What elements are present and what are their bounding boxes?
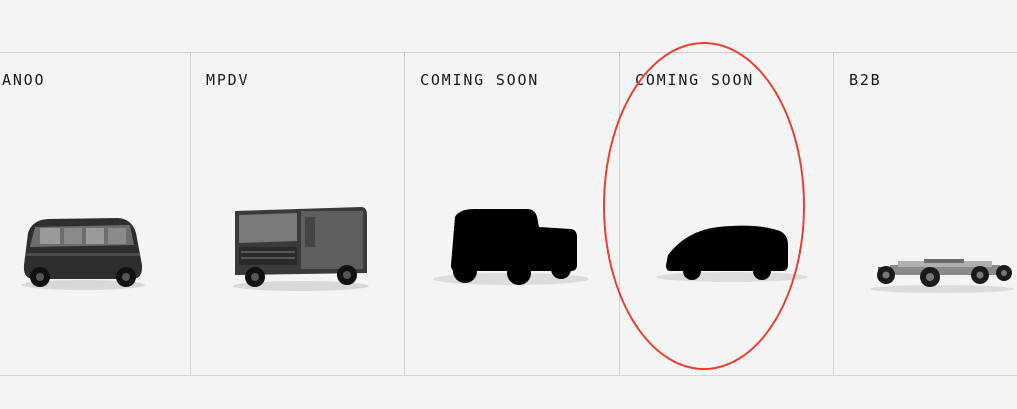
sedan-silhouette (656, 225, 808, 282)
vehicle-card-label: COMING SOON (420, 71, 540, 89)
vehicle-card-b2b[interactable]: B2B (833, 53, 1017, 375)
vehicle-card-label: COMING SOON (635, 71, 755, 89)
delivery-van-image (233, 207, 369, 291)
vehicle-card-label: B2B (849, 71, 882, 89)
page: ANOO MPDV COMING SOON COMING SOON B2B (0, 0, 1017, 409)
vehicle-card-coming-soon-truck[interactable]: COMING SOON (404, 53, 619, 375)
vehicle-card-label: ANOO (2, 71, 46, 89)
skateboard-chassis-image (870, 259, 1014, 293)
vehicle-card-label: MPDV (206, 71, 250, 89)
vehicle-card-mpdv[interactable]: MPDV (190, 53, 404, 375)
vehicle-card-lifestyle[interactable]: ANOO (0, 53, 190, 375)
pickup-truck-silhouette (433, 209, 589, 285)
vehicle-card-coming-soon-sedan[interactable]: COMING SOON (619, 53, 833, 375)
lifestyle-vehicle-image (21, 218, 145, 290)
vehicle-lineup-grid: ANOO MPDV COMING SOON COMING SOON B2B (0, 52, 1017, 376)
